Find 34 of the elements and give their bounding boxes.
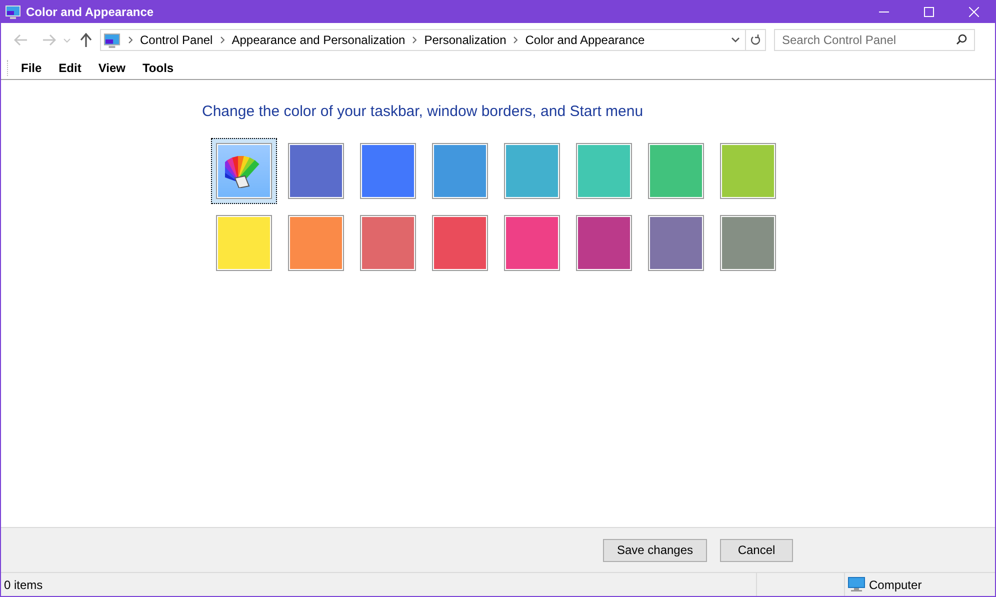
chevron-right-icon[interactable] — [128, 36, 133, 44]
breadcrumb-link[interactable]: Appearance and Personalization — [232, 31, 406, 49]
breadcrumb-link[interactable]: Control Panel — [140, 31, 213, 49]
up-arrow-icon — [80, 33, 92, 47]
custom-color-button[interactable] — [211, 138, 277, 204]
chevron-down-icon — [730, 37, 740, 43]
search-icon — [956, 34, 967, 45]
save-button[interactable]: Save changes — [603, 538, 707, 562]
chevron-right-icon[interactable] — [412, 36, 418, 44]
menu-item[interactable]: Tools — [142, 59, 174, 77]
window-title: Color and Appearance — [26, 4, 154, 20]
monitor-icon — [5, 4, 21, 18]
item-count: 0 items — [4, 576, 44, 594]
back-arrow-icon — [14, 34, 28, 46]
maximize-icon — [924, 6, 934, 16]
breadcrumb-link[interactable]: Color and Appearance — [525, 31, 645, 49]
chevron-right-icon[interactable] — [220, 36, 225, 44]
section-heading: Change the color of your taskbar, window borders, and Start menu — [202, 102, 644, 122]
cancel-button[interactable]: Cancel — [720, 538, 793, 562]
up-button[interactable] — [79, 32, 93, 48]
forward-arrow-icon — [42, 34, 56, 46]
computer-icon — [848, 577, 865, 592]
refresh-icon — [750, 34, 761, 46]
chevron-down-icon — [63, 38, 71, 42]
location-label: Computer — [869, 576, 922, 594]
search-field[interactable]: Search Control Panel — [774, 29, 975, 51]
chevron-right-icon[interactable] — [513, 36, 518, 44]
monitor-icon — [103, 32, 121, 48]
menu-item[interactable]: View — [98, 59, 126, 77]
close-icon — [968, 6, 978, 16]
address-bar[interactable]: Control Panel Appearance and Personalization Personalization Color and Appearance — [100, 29, 766, 51]
menu-item[interactable]: File — [21, 59, 42, 77]
breadcrumb-link[interactable]: Personalization — [424, 31, 506, 49]
menu-item[interactable]: Edit — [58, 59, 82, 77]
